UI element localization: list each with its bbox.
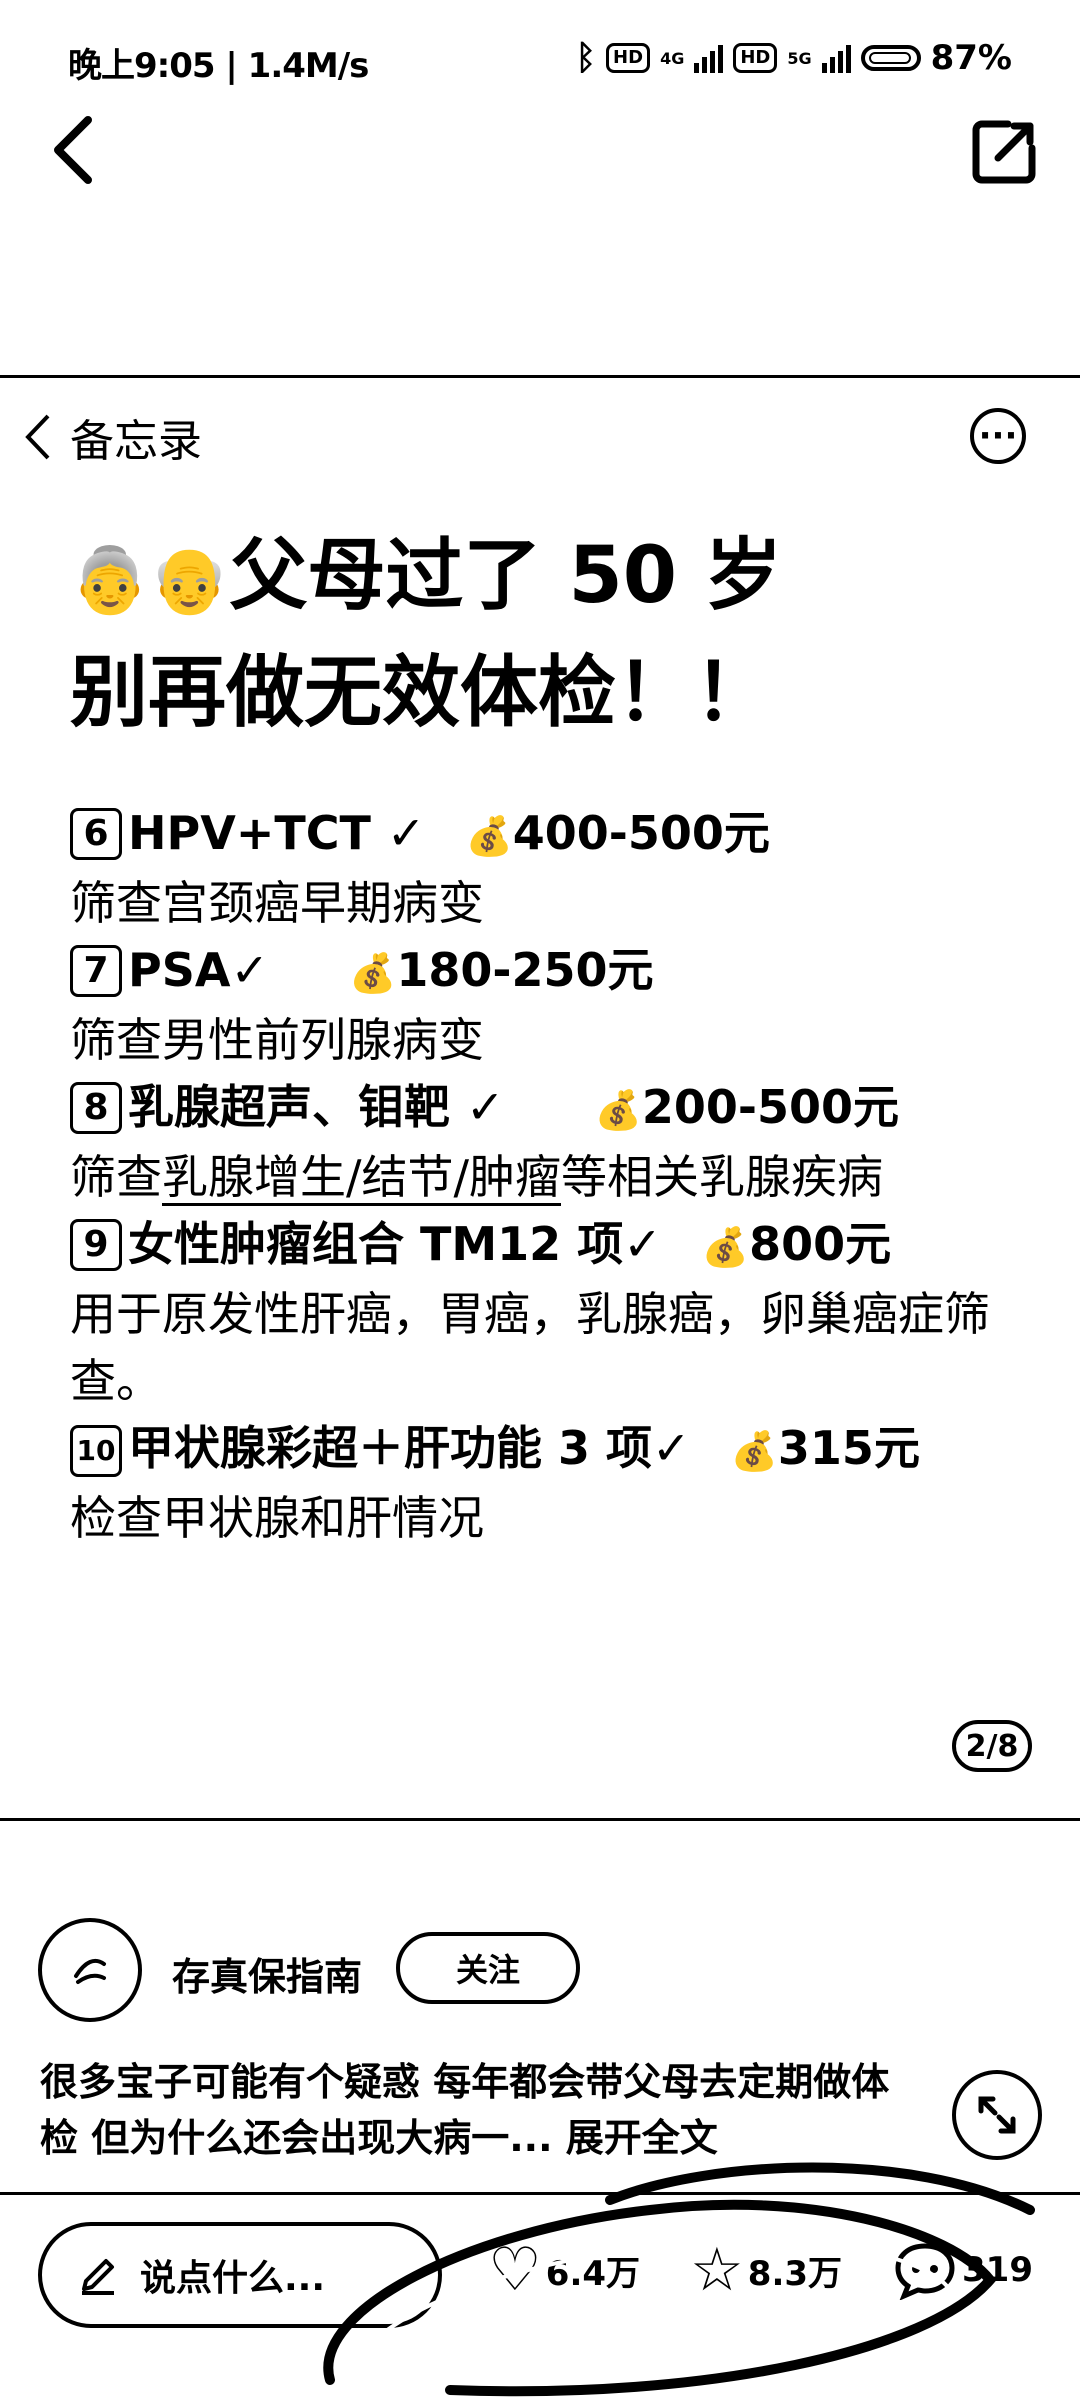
more-dots: ··· — [978, 416, 1018, 456]
item-name: HPV+TCT ✓ — [128, 806, 426, 860]
logo-icon — [74, 1959, 106, 1984]
signal-icon-2 — [821, 43, 851, 73]
memo-content: 6 HPV+TCT ✓ 💰400-500元 筛查宫颈癌早期病变 7 PSA✓ 💰180-… — [70, 800, 1030, 1552]
like-button[interactable]: ♡ 6.4万 — [488, 2240, 640, 2300]
comments-button[interactable]: 319 — [892, 2240, 1033, 2300]
comment-bubble-icon — [895, 2243, 955, 2300]
title-line-1: 父母过了 50 岁 — [229, 531, 783, 621]
money-bag-icon: 💰 — [701, 1225, 750, 1269]
status-time: 晚上9:05 | 1.4M/s — [68, 46, 369, 86]
author-name[interactable]: 存真保指南 — [172, 1946, 362, 2001]
item-10-header: 10 甲状腺彩超＋肝功能 3 项✓ 💰315元 — [70, 1415, 1030, 1485]
item-price: 400-500元 — [512, 806, 770, 860]
desc-prefix: 筛查 — [70, 1150, 162, 1204]
item-desc: 筛查宫颈癌早期病变 — [70, 876, 484, 930]
comment-count: 319 — [962, 2250, 1033, 2290]
money-bag-icon: 💰 — [730, 1429, 778, 1473]
item-6-header: 6 HPV+TCT ✓ 💰400-500元 — [70, 800, 1030, 870]
desc-suffix: 等相关乳腺疾病 — [561, 1150, 883, 1204]
post-description[interactable]: 很多宝子可能有个疑惑 每年都会带父母去定期做体检 但为什么还会出现大病一... … — [40, 2054, 920, 2166]
page-title: 👵👴父母过了 50 岁 别再做无效体检！！ — [70, 520, 782, 749]
money-bag-icon: 💰 — [349, 951, 397, 995]
bluetooth-icon: ᛒ — [575, 38, 597, 78]
favorite-count: 8.3万 — [747, 2253, 843, 2294]
battery-level: 87% — [930, 38, 1012, 78]
status-icons: ᛒ HD 4G HD 5G 87% — [576, 38, 1012, 78]
divider-top — [0, 375, 1080, 378]
heart-icon: ♡ — [488, 2235, 542, 2305]
item-price: 800元 — [749, 1217, 892, 1271]
star-icon: ☆ — [690, 2235, 744, 2305]
back-icon[interactable] — [40, 110, 110, 190]
hd-badge-2: HD — [733, 43, 778, 73]
grandparents-emoji: 👵👴 — [70, 544, 230, 618]
battery-icon — [860, 45, 921, 71]
pencil-icon — [82, 2259, 114, 2295]
like-count: 6.4万 — [545, 2253, 641, 2294]
avatar[interactable] — [38, 1918, 142, 2022]
item-desc: 用于原发性肝癌，胃癌，乳腺癌，卵巢癌症筛查。 — [70, 1287, 990, 1408]
item-name: 女性肿瘤组合 TM12 项✓ — [128, 1217, 662, 1271]
item-price: 180-250元 — [396, 943, 654, 997]
item-desc: 筛查男性前列腺病变 — [70, 1013, 484, 1067]
item-number: 10 — [70, 1425, 122, 1477]
comment-placeholder: 说点什么... — [140, 2258, 326, 2299]
chevron-left-icon — [25, 414, 50, 460]
item-price: 200-500元 — [641, 1080, 900, 1134]
image-pager-indicator: 2/8 — [952, 1720, 1032, 1772]
divider-bottom — [0, 2192, 1080, 2195]
more-icon[interactable]: ··· — [970, 408, 1026, 464]
money-bag-icon: 💰 — [594, 1088, 642, 1132]
item-name: 乳腺超声、钼靶 ✓ — [128, 1080, 505, 1134]
item-name: PSA✓ — [128, 943, 269, 997]
money-bag-icon: 💰 — [465, 814, 513, 858]
item-desc: 筛查乳腺增生/结节/肿瘤等相关乳腺疾病 — [70, 1144, 1030, 1211]
share-icon[interactable] — [968, 116, 1040, 188]
network-label-1: 4G — [660, 48, 685, 68]
item-7-header: 7 PSA✓ 💰180-250元 — [70, 937, 1030, 1007]
item-8-header: 8 乳腺超声、钼靶 ✓ 💰200-500元 — [70, 1074, 1030, 1144]
divider-middle — [0, 1818, 1080, 1821]
item-name: 甲状腺彩超＋肝功能 3 项✓ — [128, 1421, 691, 1475]
favorite-button[interactable]: ☆ 8.3万 — [690, 2240, 842, 2300]
status-bar: 晚上9:05 | 1.4M/s ᛒ HD 4G HD 5G 87% — [68, 38, 1012, 86]
item-number: 8 — [70, 1082, 122, 1134]
item-price: 315元 — [777, 1421, 920, 1475]
memo-back-label: 备忘录 — [70, 416, 202, 467]
title-line-2: 别再做无效体检！！ — [70, 648, 773, 738]
signal-icon-1 — [694, 43, 724, 73]
item-number: 6 — [70, 808, 122, 860]
item-desc: 检查甲状腺和肝情况 — [70, 1491, 484, 1545]
desc-underlined: 乳腺增生/结节/肿瘤 — [162, 1150, 561, 1204]
comment-input[interactable]: 说点什么... — [38, 2222, 442, 2328]
item-9-header: 9 女性肿瘤组合 TM12 项✓ 💰800元 — [70, 1211, 1030, 1281]
network-label-2: 5G — [787, 48, 812, 68]
hd-badge-1: HD — [606, 43, 651, 73]
memo-back-button[interactable]: 备忘录 — [22, 405, 202, 469]
fullscreen-icon[interactable] — [952, 2070, 1042, 2160]
item-number: 9 — [70, 1219, 122, 1271]
item-number: 7 — [70, 945, 122, 997]
follow-button[interactable]: 关注 — [396, 1932, 580, 2004]
